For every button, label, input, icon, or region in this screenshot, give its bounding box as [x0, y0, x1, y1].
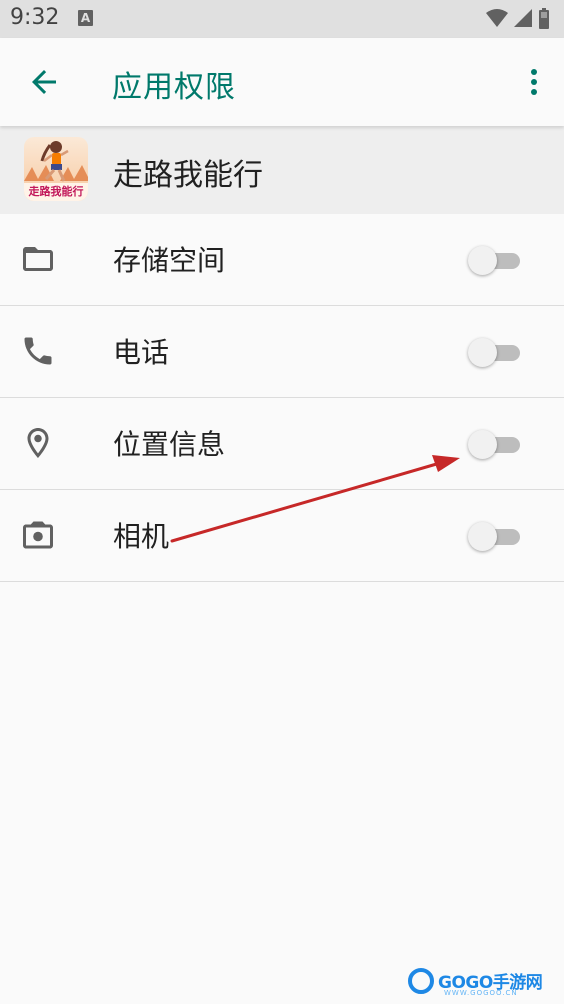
watermark-subtext: WWW.GOGOO.CN — [444, 989, 518, 997]
app-header: 走路我能行 走路我能行 — [0, 126, 564, 214]
toggle-thumb — [468, 338, 497, 367]
permission-label: 位置信息 — [113, 428, 226, 461]
phone-icon — [24, 337, 52, 365]
permission-toggle-storage[interactable] — [468, 244, 524, 276]
arrow-left-icon — [32, 70, 56, 94]
status-icons — [486, 8, 549, 29]
watermark-logo-icon — [408, 968, 434, 994]
location-icon — [27, 428, 49, 458]
permission-row-location[interactable]: 位置信息 — [0, 398, 564, 490]
status-bar: 9:32 A — [0, 0, 564, 38]
page-title: 应用权限 — [112, 70, 236, 105]
wifi-icon — [486, 9, 508, 27]
toggle-thumb — [468, 246, 497, 275]
signal-icon — [514, 9, 532, 27]
app-name: 走路我能行 — [113, 158, 263, 193]
app-icon: 走路我能行 — [24, 137, 88, 201]
permission-row-phone[interactable]: 电话 — [0, 306, 564, 398]
more-vert-icon — [531, 69, 537, 95]
app-bar: 应用权限 — [0, 38, 564, 126]
permission-row-camera[interactable]: 相机 — [0, 490, 564, 582]
more-options-button[interactable] — [522, 64, 546, 100]
status-time: 9:32 — [10, 5, 60, 30]
permission-row-storage[interactable]: 存储空间 — [0, 214, 564, 306]
watermark: GOGO手游网 WWW.GOGOO.CN — [408, 966, 558, 1000]
permission-label: 电话 — [113, 336, 170, 369]
permission-toggle-camera[interactable] — [468, 520, 524, 552]
camera-icon — [23, 521, 53, 549]
status-indicators — [484, 7, 554, 31]
accessibility-notification-icon: A — [78, 10, 93, 26]
toggle-thumb — [468, 430, 497, 459]
app-icon-text: 走路我能行 — [28, 185, 84, 198]
back-button[interactable] — [26, 64, 62, 100]
permission-label: 相机 — [113, 520, 170, 553]
toggle-thumb — [468, 522, 497, 551]
battery-icon — [539, 8, 549, 29]
folder-icon — [23, 247, 53, 271]
permission-label: 存储空间 — [113, 244, 226, 277]
permission-toggle-phone[interactable] — [468, 336, 524, 368]
permission-toggle-location[interactable] — [468, 428, 524, 460]
